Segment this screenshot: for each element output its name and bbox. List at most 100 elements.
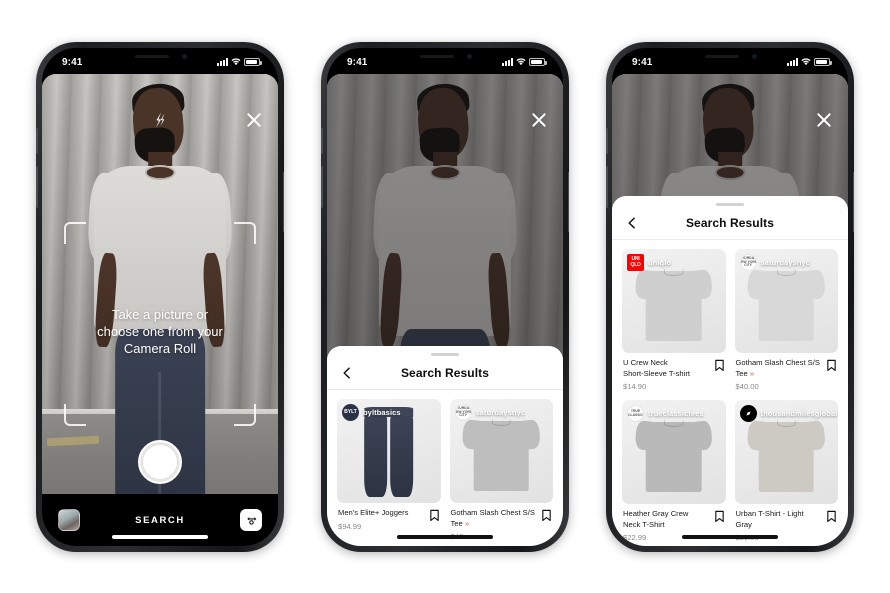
product-meta: Men's Elite+ Joggers $94.99: [337, 503, 441, 531]
earpiece-speaker: [420, 55, 454, 58]
cellular-signal-icon: [502, 58, 513, 66]
results-grid-phone2: BYLT byltbasics Men's Elite+ Joggers $94.99…: [327, 390, 563, 546]
close-button[interactable]: [814, 110, 834, 130]
product-image: thousandmilesglobal: [734, 400, 838, 504]
sheet-title: Search Results: [400, 365, 490, 380]
merchant-name: saturdaysnyc: [760, 258, 811, 267]
product-image: TRUE CLASSIC trueclassictees: [622, 400, 726, 504]
product-image: SATURDAYS NEW YORK CITYsaturdaysnyc: [449, 399, 553, 503]
power-button[interactable]: [282, 172, 284, 232]
hint-line-1: Take a picture or: [111, 307, 209, 322]
home-indicator[interactable]: [682, 535, 778, 539]
product-name: Urban T-Shirt - Light Gray: [736, 509, 823, 530]
product-image-tshirt: [633, 264, 714, 341]
product-name-line2: Tee »: [735, 368, 755, 378]
product-name-line1: U Crew Neck: [623, 358, 668, 367]
viewfinder-bracket-bottom-left: [64, 404, 86, 426]
product-image-tshirt: [746, 415, 827, 492]
merchant-name: trueclassictees: [648, 409, 704, 418]
close-button[interactable]: [244, 110, 264, 130]
wifi-icon: [231, 58, 241, 66]
phone-3-screen: 9:41 Search Results UNI QLO uniqlo U Cre…: [612, 48, 848, 546]
product-name: U Crew Neck Short-Sleeve T-shirt: [623, 358, 710, 379]
product-card[interactable]: BYLT byltbasics Men's Elite+ Joggers $94.99: [337, 399, 441, 541]
shirt-body: [473, 421, 529, 491]
power-button[interactable]: [852, 172, 854, 232]
product-card[interactable]: SATURDAYS NEW YORK CITYsaturdaysnyc Gotha…: [734, 249, 838, 391]
product-name: Gotham Slash Chest S/S Tee »: [451, 508, 538, 529]
camera-flip-icon[interactable]: [240, 509, 262, 531]
merchant-name: byltbasics: [363, 408, 401, 417]
merchant-name: thousandmilesglobal: [760, 409, 838, 418]
product-image: SATURDAYS NEW YORK CITYsaturdaysnyc: [734, 249, 838, 353]
product-name: Gotham Slash Chest S/S Tee »: [736, 358, 823, 379]
product-card[interactable]: thousandmilesglobal Urban T-Shirt - Light…: [734, 400, 838, 542]
phone-3-full-results: 9:41 Search Results UNI QLO uniqlo U Cre…: [606, 42, 854, 552]
product-card[interactable]: UNI QLO uniqlo U Crew Neck Short-Sleeve T-sh…: [622, 249, 726, 391]
power-button[interactable]: [567, 172, 569, 232]
shirt-body: [758, 271, 814, 341]
product-name: Heather Gray Crew Neck T-Shirt: [623, 509, 710, 530]
merchant-logo-uniqlo: UNI QLO: [627, 254, 644, 271]
camera-roll-thumbnail[interactable]: [58, 509, 80, 531]
notch: [117, 48, 203, 68]
battery-icon: [244, 58, 262, 66]
photo-top-controls: [612, 110, 848, 130]
hint-line-3: Camera Roll: [123, 341, 197, 356]
shutter-button[interactable]: [138, 440, 182, 484]
shirt-body: [758, 422, 814, 492]
status-icons: [787, 58, 832, 66]
earpiece-speaker: [135, 55, 169, 58]
viewfinder-bracket-top-left: [64, 222, 86, 244]
product-name-line1: Gotham Slash Chest S/S: [735, 358, 820, 367]
phone-2-partial-results: 9:41 Search Results BYLT byltbasics Men'…: [321, 42, 569, 552]
camera-viewfinder[interactable]: Take a picture or choose one from your C…: [42, 74, 278, 546]
bookmark-icon[interactable]: [429, 509, 440, 522]
merchant-name: uniqlo: [648, 258, 672, 267]
search-mode-label[interactable]: SEARCH: [135, 515, 185, 526]
photo-top-controls: [327, 110, 563, 130]
back-chevron-icon[interactable]: [339, 365, 355, 381]
product-name-line2: Gray: [735, 519, 752, 529]
product-card[interactable]: TRUE CLASSIC trueclassictees Heather Gray …: [622, 400, 726, 542]
search-results-sheet: Search Results UNI QLO uniqlo U Crew Neck Sh…: [612, 196, 848, 546]
battery-icon: [529, 58, 547, 66]
sheet-header: Search Results: [612, 206, 848, 240]
product-meta: U Crew Neck Short-Sleeve T-shirt $14.90: [622, 353, 726, 391]
close-button[interactable]: [529, 110, 549, 130]
shirt-body: [646, 271, 702, 341]
bookmark-icon[interactable]: [826, 359, 837, 372]
back-chevron-icon[interactable]: [624, 215, 640, 231]
bookmark-icon[interactable]: [714, 359, 725, 372]
merchant-name: saturdaysnyc: [475, 408, 526, 417]
status-icons: [502, 58, 547, 66]
home-indicator[interactable]: [397, 535, 493, 539]
camera-top-controls: [42, 110, 278, 130]
merchant-logo: SATURDAYS NEW YORK CITY: [739, 254, 757, 271]
sheet-header: Search Results: [327, 356, 563, 390]
product-price: $94.99: [338, 521, 362, 531]
product-price: $40.00: [735, 382, 759, 391]
status-time: 9:41: [632, 56, 653, 68]
bookmark-icon[interactable]: [541, 509, 552, 522]
sheet-title: Search Results: [685, 215, 775, 230]
merchant-badge: UNI QLO uniqlo: [627, 254, 671, 271]
camera-hint-text: Take a picture or choose one from your C…: [42, 306, 278, 357]
wifi-icon: [801, 58, 811, 66]
product-card[interactable]: SATURDAYS NEW YORK CITYsaturdaysnyc Gotha…: [449, 399, 553, 541]
bookmark-icon[interactable]: [714, 510, 725, 523]
status-time: 9:41: [347, 56, 368, 68]
product-name: Men's Elite+ Joggers: [338, 508, 425, 519]
notch: [402, 48, 488, 68]
product-image: BYLT byltbasics: [337, 399, 441, 503]
earpiece-speaker: [705, 55, 739, 58]
product-emoji: »: [464, 518, 469, 528]
merchant-badge: TRUE CLASSIC trueclassictees: [627, 405, 704, 422]
notch: [687, 48, 773, 68]
product-text: Gotham Slash Chest S/S Tee » $40.00: [736, 358, 823, 391]
home-indicator[interactable]: [112, 535, 208, 539]
front-camera: [182, 54, 187, 59]
wifi-icon: [516, 58, 526, 66]
bookmark-icon[interactable]: [826, 510, 837, 523]
cellular-signal-icon: [787, 58, 798, 66]
